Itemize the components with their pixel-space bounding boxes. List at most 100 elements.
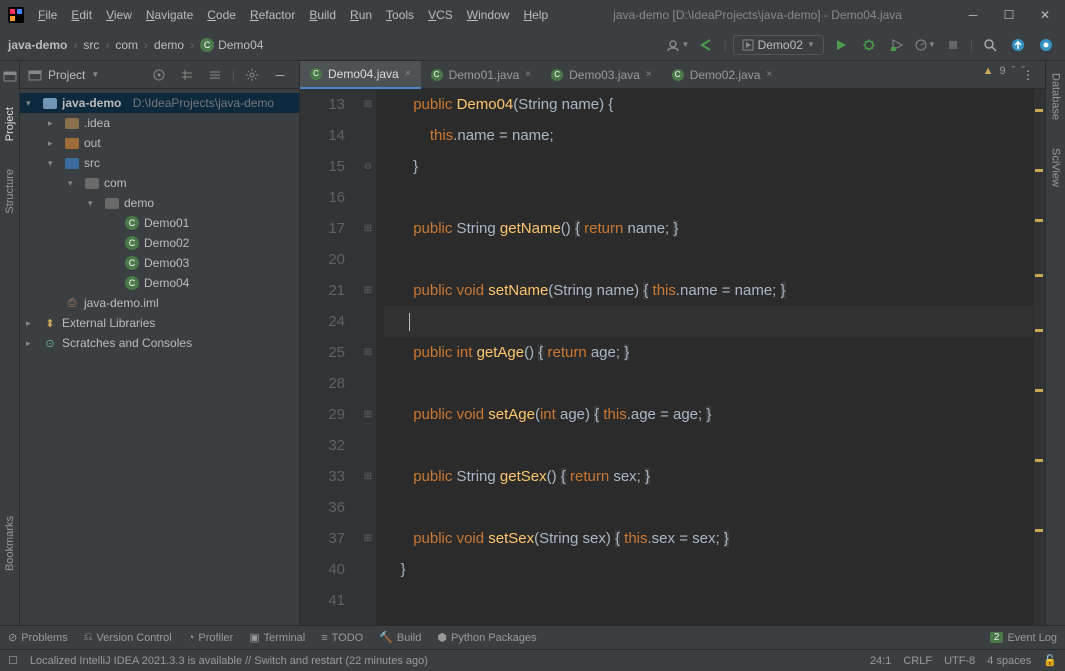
menu-navigate[interactable]: Navigate (140, 4, 199, 26)
code-line[interactable]: this.name = name; (384, 120, 1033, 151)
menu-window[interactable]: Window (461, 4, 516, 26)
menu-build[interactable]: Build (303, 4, 342, 26)
code-line[interactable] (384, 492, 1033, 523)
project-tooltab[interactable]: Project (4, 103, 16, 145)
error-stripe[interactable] (1033, 89, 1045, 625)
stop-button[interactable] (942, 34, 964, 56)
close-icon[interactable]: × (405, 68, 411, 79)
profiler-tab[interactable]: ◔Profiler (188, 632, 234, 644)
tree-folder-idea[interactable]: ▸.idea (20, 113, 299, 133)
code-line[interactable] (384, 244, 1033, 275)
debug-button[interactable] (858, 34, 880, 56)
code-line[interactable]: public void setSex(String sex) { this.se… (384, 523, 1033, 554)
maximize-button[interactable]: ☐ (997, 3, 1021, 27)
menu-edit[interactable]: Edit (65, 4, 98, 26)
code-line[interactable]: } (384, 554, 1033, 585)
close-icon[interactable]: × (766, 69, 772, 80)
inspection-widget[interactable]: ▲ 9 ˆ ˇ (983, 65, 1025, 77)
menu-file[interactable]: File (32, 4, 63, 26)
tab-demo02-java[interactable]: CDemo02.java× (662, 61, 783, 89)
tree-class-demo01[interactable]: CDemo01 (20, 213, 299, 233)
code-line[interactable] (384, 306, 1033, 337)
code-line[interactable] (384, 182, 1033, 213)
tab-demo03-java[interactable]: CDemo03.java× (541, 61, 662, 89)
code-line[interactable]: public void setAge(int age) { this.age =… (384, 399, 1033, 430)
menu-view[interactable]: View (100, 4, 138, 26)
search-icon[interactable] (979, 34, 1001, 56)
eventlog-tab[interactable]: 2Event Log (990, 632, 1057, 644)
bookmarks-tooltab[interactable]: Bookmarks (4, 512, 16, 575)
file-encoding[interactable]: UTF-8 (944, 655, 975, 667)
indent-setting[interactable]: 4 spaces (987, 655, 1031, 667)
code-line[interactable]: public void setName(String name) { this.… (384, 275, 1033, 306)
code-line[interactable]: public String getName() { return name; } (384, 213, 1033, 244)
add-user-icon[interactable]: ▼ (667, 34, 689, 56)
minimize-button[interactable]: ─ (961, 3, 985, 27)
line-gutter[interactable]: 1314151617202124252829323336374041 (300, 89, 360, 625)
build-tab[interactable]: 🔨Build (379, 631, 421, 644)
python-tab[interactable]: ⬢Python Packages (437, 631, 536, 644)
menu-code[interactable]: Code (201, 4, 242, 26)
chevron-down-icon[interactable]: ▼ (91, 70, 99, 79)
code-line[interactable]: public String getSex() { return sex; } (384, 461, 1033, 492)
readonly-lock-icon[interactable]: 🔓 (1043, 654, 1057, 667)
menu-vcs[interactable]: VCS (422, 4, 459, 26)
code-line[interactable]: } (384, 151, 1033, 182)
tree-folder-src[interactable]: ▾src (20, 153, 299, 173)
tree-folder-demo[interactable]: ▾demo (20, 193, 299, 213)
vcs-tab[interactable]: ⎌Version Control (84, 631, 172, 644)
tree-folder-out[interactable]: ▸out (20, 133, 299, 153)
hide-icon[interactable]: ─ (269, 64, 291, 86)
todo-tab[interactable]: ≡TODO (321, 632, 363, 644)
close-icon[interactable]: × (525, 69, 531, 80)
tab-demo01-java[interactable]: CDemo01.java× (421, 61, 542, 89)
code-line[interactable] (384, 585, 1033, 616)
project-tool-icon[interactable] (3, 69, 17, 83)
terminal-tab[interactable]: ▣Terminal (249, 631, 305, 644)
back-build-icon[interactable] (695, 34, 717, 56)
select-opened-icon[interactable] (148, 64, 170, 86)
chevron-down-icon[interactable]: ˇ (1021, 65, 1025, 77)
expand-all-icon[interactable] (176, 64, 198, 86)
run-button[interactable] (830, 34, 852, 56)
run-config-selector[interactable]: Demo02 ▼ (733, 35, 824, 55)
gear-icon[interactable] (241, 64, 263, 86)
tree-folder-com[interactable]: ▾com (20, 173, 299, 193)
code-line[interactable]: public Demo04(String name) { (384, 89, 1033, 120)
menu-run[interactable]: Run (344, 4, 378, 26)
tab-demo04-java[interactable]: CDemo04.java× (300, 61, 421, 89)
code-area[interactable]: 1314151617202124252829323336374041 ⊞⊖⊞⊞⊞… (300, 89, 1045, 625)
code-line[interactable]: public int getAge() { return age; } (384, 337, 1033, 368)
database-tooltab[interactable]: Database (1050, 69, 1062, 124)
line-separator[interactable]: CRLF (903, 655, 932, 667)
tree-class-demo02[interactable]: CDemo02 (20, 233, 299, 253)
caret-position[interactable]: 24:1 (870, 655, 891, 667)
tree-scratches[interactable]: ▸⊙Scratches and Consoles (20, 333, 299, 353)
tree-iml-file[interactable]: ⎙java-demo.iml (20, 293, 299, 313)
problems-tab[interactable]: ⊘Problems (8, 631, 68, 644)
breadcrumb[interactable]: java-demo ›src ›com ›demo › C Demo04 (8, 38, 263, 52)
breadcrumb-current[interactable]: Demo04 (218, 38, 263, 52)
close-icon[interactable]: × (646, 69, 652, 80)
profile-button[interactable]: ▼ (914, 34, 936, 56)
code-content[interactable]: public Demo04(String name) { this.name =… (376, 89, 1033, 625)
tree-class-demo03[interactable]: CDemo03 (20, 253, 299, 273)
menu-help[interactable]: Help (517, 4, 554, 26)
code-line[interactable] (384, 430, 1033, 461)
menu-tools[interactable]: Tools (380, 4, 420, 26)
status-message[interactable]: Localized IntelliJ IDEA 2021.3.3 is avai… (30, 655, 428, 667)
code-line[interactable] (384, 368, 1033, 399)
tree-root[interactable]: ▾ java-demo D:\IdeaProjects\java-demo (20, 93, 299, 113)
structure-tooltab[interactable]: Structure (4, 165, 16, 218)
tree-ext-libraries[interactable]: ▸⬍External Libraries (20, 313, 299, 333)
coverage-button[interactable] (886, 34, 908, 56)
breadcrumb-project[interactable]: java-demo (8, 38, 67, 52)
tree-class-demo04[interactable]: CDemo04 (20, 273, 299, 293)
close-button[interactable]: ✕ (1033, 3, 1057, 27)
ide-updates-icon[interactable] (1035, 34, 1057, 56)
chevron-up-icon[interactable]: ˆ (1012, 65, 1016, 77)
fold-gutter[interactable]: ⊞⊖⊞⊞⊞⊞⊞⊞ (360, 89, 376, 625)
collapse-all-icon[interactable] (204, 64, 226, 86)
menu-refactor[interactable]: Refactor (244, 4, 301, 26)
sciview-tooltab[interactable]: SciView (1050, 144, 1062, 191)
